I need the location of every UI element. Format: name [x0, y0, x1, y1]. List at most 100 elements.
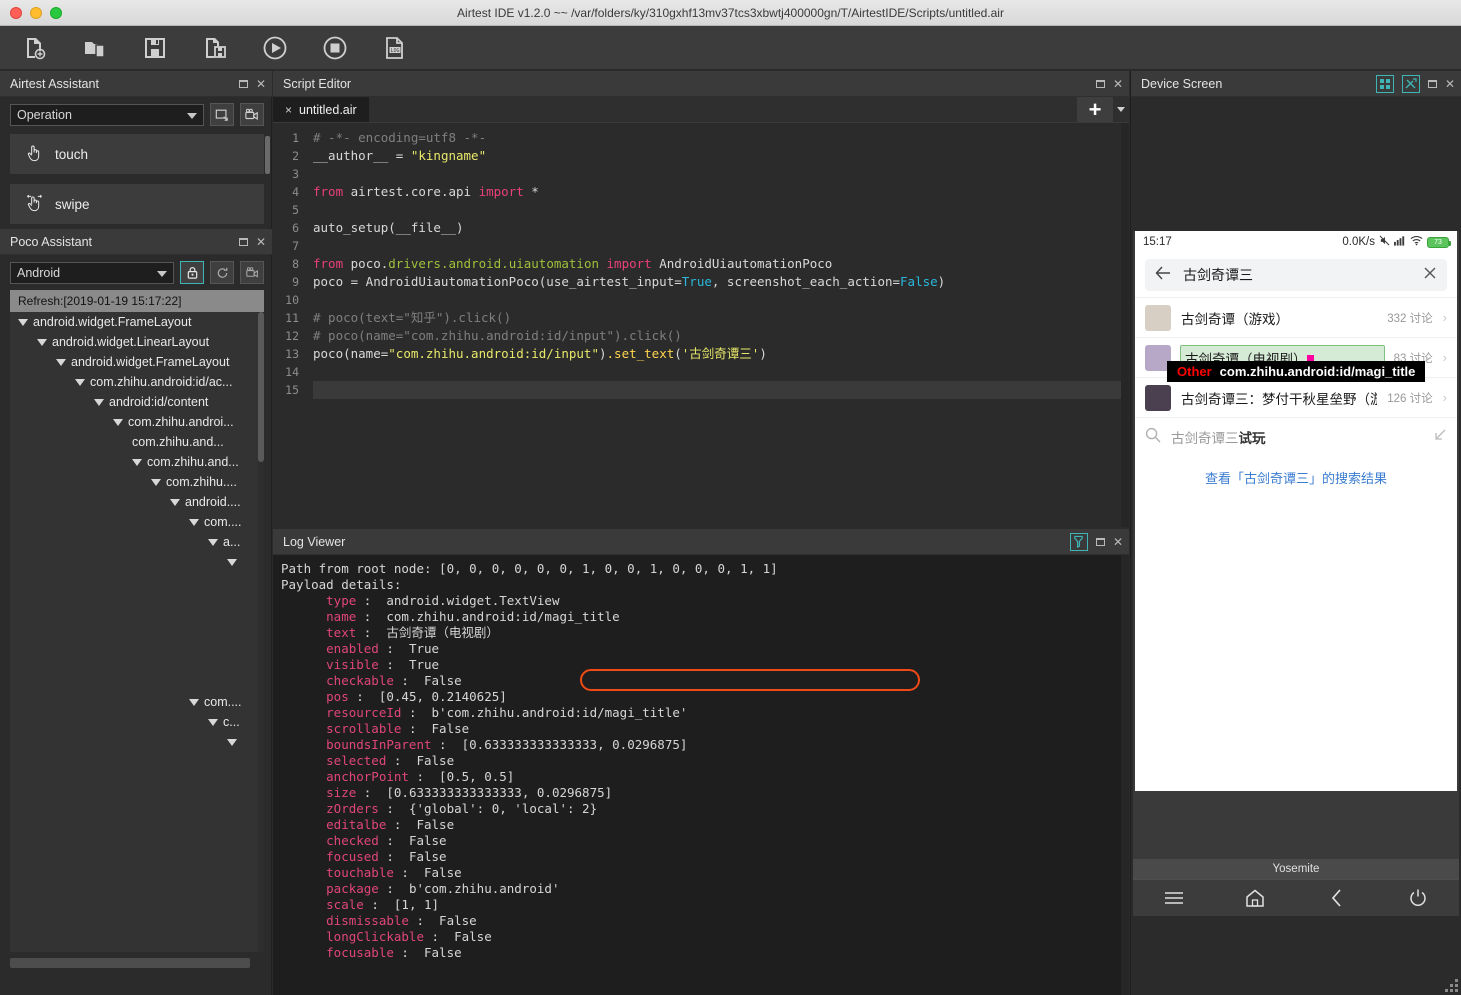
- back-icon[interactable]: [1317, 883, 1357, 913]
- tree-node[interactable]: android....: [10, 492, 264, 512]
- operation-swipe[interactable]: swipe: [10, 184, 264, 224]
- code-line[interactable]: poco(name="com.zhihu.android:id/input").…: [313, 345, 1129, 363]
- camera-icon[interactable]: [240, 261, 264, 284]
- menu-icon[interactable]: [1154, 883, 1194, 913]
- new-tab-button[interactable]: +: [1077, 97, 1113, 122]
- device-mirror[interactable]: 15:17 0.0K/s 73 古剑奇谭三 古剑奇谭（游戏） 332 讨论 › …: [1135, 231, 1457, 791]
- device-search-bar[interactable]: 古剑奇谭三: [1145, 259, 1447, 291]
- expand-triangle-icon[interactable]: [18, 318, 28, 326]
- close-panel-icon[interactable]: ✕: [1113, 78, 1123, 90]
- expand-triangle-icon[interactable]: [113, 418, 123, 426]
- tree-node[interactable]: com.zhihu.android:id/ac...: [10, 372, 264, 392]
- search-result-row[interactable]: 古剑奇谭（游戏） 332 讨论 ›: [1135, 298, 1457, 338]
- float-panel-icon[interactable]: [1095, 79, 1105, 88]
- code-line[interactable]: [313, 165, 1129, 183]
- tree-node[interactable]: [10, 572, 264, 592]
- expand-triangle-icon[interactable]: [132, 458, 142, 466]
- stop-icon[interactable]: [318, 32, 352, 64]
- tree-node[interactable]: com.zhihu.and...: [10, 432, 264, 452]
- save-as-icon[interactable]: [198, 32, 232, 64]
- screenshot-region-icon[interactable]: [210, 103, 234, 126]
- new-script-icon[interactable]: [18, 32, 52, 64]
- tab-menu-button[interactable]: [1113, 97, 1129, 122]
- float-panel-icon[interactable]: [238, 79, 248, 88]
- expand-triangle-icon[interactable]: [37, 338, 47, 346]
- code-line[interactable]: [313, 291, 1129, 309]
- ui-hierarchy-tree[interactable]: android.widget.FrameLayout android.widget…: [10, 312, 264, 952]
- device-viewport[interactable]: 15:17 0.0K/s 73 古剑奇谭三 古剑奇谭（游戏） 332 讨论 › …: [1133, 231, 1459, 859]
- expand-triangle-icon[interactable]: [189, 698, 199, 706]
- platform-select[interactable]: Android: [10, 261, 174, 284]
- clear-x-icon[interactable]: [1423, 266, 1437, 285]
- search-query-value[interactable]: 古剑奇谭三: [1183, 265, 1411, 285]
- float-panel-icon[interactable]: [1427, 79, 1437, 88]
- open-folder-icon[interactable]: [78, 32, 112, 64]
- code-line[interactable]: [313, 381, 1129, 399]
- operation-touch[interactable]: touch: [10, 134, 264, 174]
- tree-node[interactable]: com.zhihu.androi...: [10, 412, 264, 432]
- tree-node[interactable]: com....: [10, 512, 264, 532]
- expand-triangle-icon[interactable]: [94, 398, 104, 406]
- tree-node[interactable]: c...: [10, 712, 264, 732]
- close-tab-icon[interactable]: ×: [285, 103, 292, 117]
- log-icon[interactable]: LOG: [378, 32, 412, 64]
- run-icon[interactable]: [258, 32, 292, 64]
- tree-node[interactable]: [10, 552, 264, 572]
- expand-triangle-icon[interactable]: [208, 718, 218, 726]
- close-panel-icon[interactable]: ✕: [256, 78, 266, 90]
- view-all-results-link[interactable]: 查看「古剑奇谭三」的搜索结果: [1135, 456, 1457, 499]
- float-panel-icon[interactable]: [1095, 537, 1105, 546]
- operation-select[interactable]: Operation: [10, 103, 204, 126]
- tree-node[interactable]: com....: [10, 692, 264, 712]
- filter-funnel-icon[interactable]: [1069, 532, 1088, 551]
- code-line[interactable]: [313, 201, 1129, 219]
- close-panel-icon[interactable]: ✕: [1445, 78, 1455, 90]
- close-window-button[interactable]: [10, 6, 22, 19]
- log-content[interactable]: Path from root node: [0, 0, 0, 0, 0, 0, …: [273, 555, 1129, 995]
- close-panel-icon[interactable]: ✕: [1113, 536, 1123, 548]
- float-panel-icon[interactable]: [238, 237, 248, 246]
- code-line[interactable]: poco = AndroidUiautomationPoco(use_airte…: [313, 273, 1129, 291]
- lock-icon[interactable]: [180, 261, 204, 284]
- tools-icon[interactable]: [1401, 74, 1420, 93]
- close-panel-icon[interactable]: ✕: [256, 236, 266, 248]
- save-icon[interactable]: [138, 32, 172, 64]
- expand-triangle-icon[interactable]: [170, 498, 180, 506]
- tree-node[interactable]: [10, 632, 264, 652]
- arrow-up-left-icon[interactable]: [1433, 428, 1447, 447]
- window-controls[interactable]: [0, 6, 62, 19]
- tree-node[interactable]: com.zhihu.and...: [10, 452, 264, 472]
- tree-node[interactable]: [10, 652, 264, 672]
- power-icon[interactable]: [1398, 883, 1438, 913]
- code-line[interactable]: from airtest.core.api import *: [313, 183, 1129, 201]
- code-text[interactable]: # -*- encoding=utf8 -*- __author__ = "kin…: [303, 123, 1129, 527]
- expand-triangle-icon[interactable]: [227, 738, 237, 746]
- expand-triangle-icon[interactable]: [151, 478, 161, 486]
- search-result-row[interactable]: 古剑奇谭三：梦付干秋星垒野（游... 126 讨论 ›: [1135, 378, 1457, 418]
- expand-triangle-icon[interactable]: [227, 558, 237, 566]
- tree-node[interactable]: android.widget.FrameLayout: [10, 352, 264, 372]
- tree-node[interactable]: com.zhihu....: [10, 472, 264, 492]
- expand-triangle-icon[interactable]: [208, 538, 218, 546]
- code-line[interactable]: [313, 237, 1129, 255]
- home-icon[interactable]: [1235, 883, 1275, 913]
- tree-node[interactable]: [10, 612, 264, 632]
- code-line[interactable]: # poco(text="知乎").click(): [313, 309, 1129, 327]
- tree-node[interactable]: [10, 672, 264, 692]
- record-video-icon[interactable]: [240, 103, 264, 126]
- code-area[interactable]: 1 2 3 4 5 6 7 8 9 10 11 12 13 14 15 # -*- encoding=utf…: [273, 123, 1129, 527]
- code-line[interactable]: # poco(name="com.zhihu.android:id/input"…: [313, 327, 1129, 345]
- log-vertical-scrollbar[interactable]: [1121, 555, 1129, 995]
- code-line[interactable]: # -*- encoding=utf8 -*-: [313, 129, 1129, 147]
- window-resize-grip[interactable]: [1445, 979, 1459, 993]
- tree-vertical-scrollbar[interactable]: [258, 312, 264, 952]
- code-line[interactable]: [313, 363, 1129, 381]
- expand-triangle-icon[interactable]: [75, 378, 85, 386]
- back-arrow-icon[interactable]: [1155, 266, 1171, 285]
- refresh-icon[interactable]: [210, 261, 234, 284]
- maximize-window-button[interactable]: [50, 6, 62, 19]
- editor-vertical-scrollbar[interactable]: [1121, 123, 1129, 527]
- search-suggestion-row[interactable]: 古剑奇谭三试玩: [1135, 418, 1457, 456]
- tree-node[interactable]: android.widget.LinearLayout: [10, 332, 264, 352]
- tab-untitled-air[interactable]: × untitled.air: [273, 97, 369, 122]
